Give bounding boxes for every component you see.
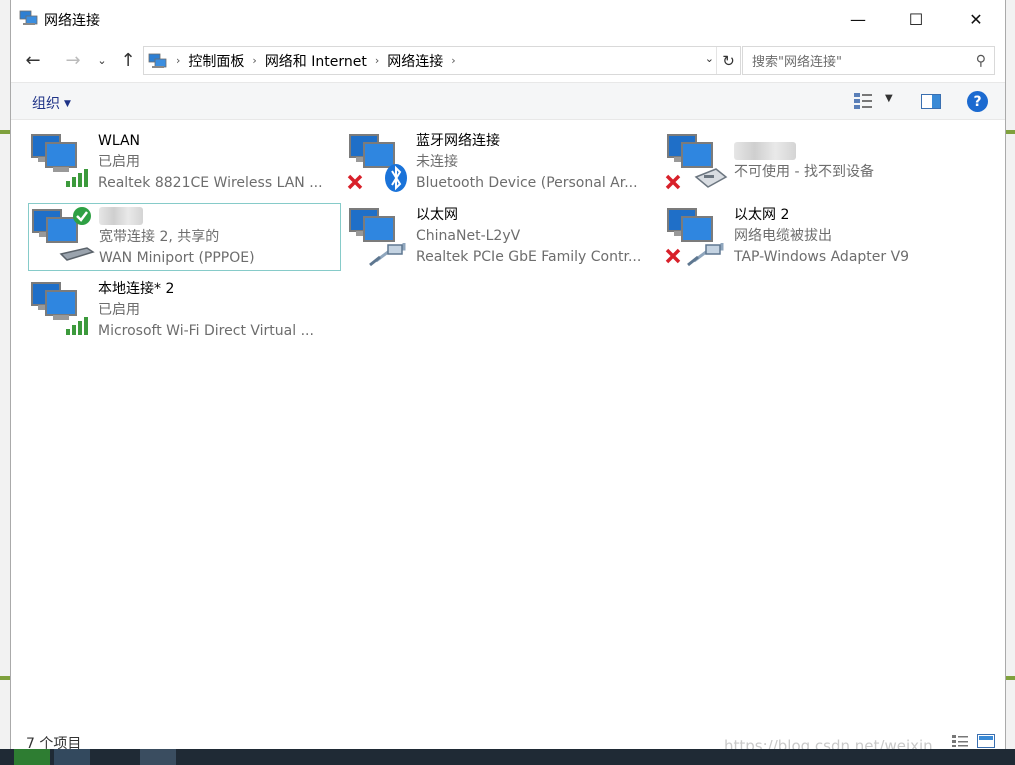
breadcrumb-control-panel[interactable]: 控制面板 — [188, 51, 244, 71]
connection-item-ethernet[interactable]: 以太网 ChinaNet-L2yV Realtek PCIe GbE Famil… — [346, 203, 659, 271]
connection-status: ChinaNet-L2yV — [416, 228, 521, 244]
forward-button[interactable]: → — [59, 46, 87, 74]
connection-device: Realtek 8821CE Wireless LAN ... — [98, 175, 323, 191]
ethernet-adapter-icon — [346, 203, 416, 269]
wlan-adapter-icon — [28, 129, 98, 195]
redacted-name — [99, 207, 143, 225]
wifi-direct-adapter-icon — [28, 277, 98, 343]
preview-pane-icon[interactable] — [921, 94, 941, 109]
connection-name — [99, 206, 334, 227]
organize-menu-button[interactable]: 组织 ▼ — [32, 93, 71, 113]
connection-name: 以太网 — [416, 207, 458, 223]
connection-status: 宽带连接 2, 共享的 — [99, 229, 220, 245]
breadcrumb-separator: › — [176, 54, 181, 67]
refresh-button[interactable]: ↻ — [716, 47, 740, 74]
navigation-bar: ← → ⌄ ↑ › 控制面板 › 网络和 Internet › 网络连接 › ⌄… — [11, 40, 1005, 80]
network-folder-icon — [148, 53, 167, 68]
details-view-icon[interactable] — [951, 734, 969, 748]
breadcrumb-separator[interactable]: › — [451, 54, 455, 67]
miniport-adapter-icon — [29, 204, 99, 270]
connection-name: 本地连接* 2 — [98, 281, 175, 297]
connection-status: 网络电缆被拔出 — [734, 228, 832, 244]
chevron-down-icon: ▼ — [64, 99, 71, 109]
bluetooth-adapter-icon — [346, 129, 416, 195]
connection-device: TAP-Windows Adapter V9 — [734, 249, 910, 265]
connection-item-dialup[interactable]: 不可使用 - 找不到设备 — [664, 129, 977, 197]
taskbar-app-icon[interactable] — [14, 749, 50, 765]
connection-status: 已启用 — [98, 154, 140, 170]
connection-device: Microsoft Wi-Fi Direct Virtual ... — [98, 323, 314, 339]
change-view-icon[interactable] — [853, 92, 873, 110]
maximize-button[interactable]: ☐ — [887, 0, 945, 38]
explorer-window: 网络连接 — ☐ ✕ ← → ⌄ ↑ › 控制面板 › 网络和 Internet… — [10, 0, 1006, 765]
address-bar[interactable]: › 控制面板 › 网络和 Internet › 网络连接 › ⌄ ↻ — [143, 46, 741, 75]
taskbar-app-icon[interactable] — [54, 749, 90, 765]
ethernet-adapter-icon — [664, 203, 734, 269]
taskbar — [0, 749, 1015, 765]
address-dropdown-icon[interactable]: ⌄ — [705, 52, 714, 65]
connection-status: 不可使用 - 找不到设备 — [734, 164, 874, 180]
connection-device: WAN Miniport (PPPOE) — [99, 250, 255, 266]
modem-adapter-icon — [664, 129, 734, 195]
title-bar: 网络连接 — ☐ ✕ — [11, 0, 1005, 38]
connection-item-wlan[interactable]: WLAN 已启用 Realtek 8821CE Wireless LAN ... — [28, 129, 341, 197]
minimize-button[interactable]: — — [829, 0, 887, 38]
breadcrumb-network-internet[interactable]: 网络和 Internet — [265, 51, 367, 71]
breadcrumb-separator[interactable]: › — [375, 54, 379, 67]
connection-name — [734, 141, 874, 162]
command-toolbar: 组织 ▼ ▼ ? — [11, 82, 1005, 120]
network-connections-app-icon — [19, 10, 38, 25]
connection-name: WLAN — [98, 133, 141, 149]
connection-device: Realtek PCIe GbE Family Contr... — [416, 249, 642, 265]
redacted-name — [734, 142, 796, 160]
connection-name: 蓝牙网络连接 — [416, 133, 500, 149]
large-icons-view-icon[interactable] — [977, 734, 995, 748]
search-input[interactable]: 搜索"网络连接" ⚲ — [742, 46, 995, 75]
view-options-chevron-icon[interactable]: ▼ — [885, 93, 893, 104]
connections-list: WLAN 已启用 Realtek 8821CE Wireless LAN ...… — [11, 121, 1005, 731]
search-icon[interactable]: ⚲ — [976, 53, 986, 69]
background-window-left — [0, 0, 10, 765]
up-button[interactable]: ↑ — [114, 46, 142, 74]
search-placeholder: 搜索"网络连接" — [752, 55, 842, 70]
help-icon[interactable]: ? — [967, 91, 988, 112]
connection-status: 已启用 — [98, 302, 140, 318]
close-button[interactable]: ✕ — [947, 0, 1005, 38]
connection-item-local-2[interactable]: 本地连接* 2 已启用 Microsoft Wi-Fi Direct Virtu… — [28, 277, 341, 345]
connection-item-ethernet-2[interactable]: 以太网 2 网络电缆被拔出 TAP-Windows Adapter V9 — [664, 203, 977, 271]
connection-status: 未连接 — [416, 154, 458, 170]
taskbar-app-icon[interactable] — [140, 749, 176, 765]
breadcrumb-network-connections[interactable]: 网络连接 — [387, 51, 443, 71]
connection-name: 以太网 2 — [734, 207, 790, 223]
recent-locations-button[interactable]: ⌄ — [91, 46, 113, 74]
window-title: 网络连接 — [44, 13, 100, 29]
connection-item-pppoe[interactable]: 宽带连接 2, 共享的 WAN Miniport (PPPOE) — [28, 203, 341, 271]
connection-device: Bluetooth Device (Personal Ar... — [416, 175, 638, 191]
organize-label: 组织 — [32, 96, 60, 112]
breadcrumb-separator[interactable]: › — [252, 54, 256, 67]
connection-item-bluetooth[interactable]: 蓝牙网络连接 未连接 Bluetooth Device (Personal Ar… — [346, 129, 659, 197]
taskbar-app-icon[interactable] — [96, 749, 132, 765]
back-button[interactable]: ← — [19, 46, 47, 74]
background-window-right — [1006, 0, 1015, 765]
